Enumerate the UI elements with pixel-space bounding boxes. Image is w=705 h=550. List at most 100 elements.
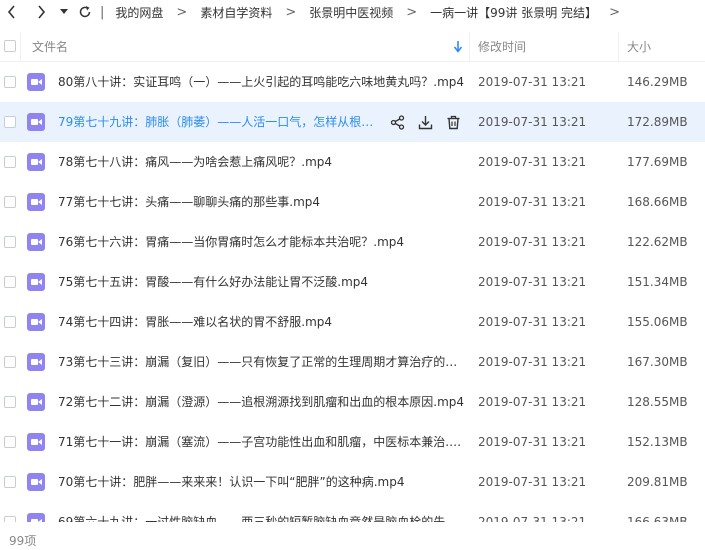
file-name[interactable]: 80第八十讲：实证耳鸣（一）——上火引起的耳鸣能吃六味地黄丸吗？.mp4	[58, 62, 466, 102]
file-size: 168.66MB	[627, 195, 688, 209]
breadcrumb-item[interactable]: 张景明中医视频	[309, 4, 393, 21]
file-modified-time: 2019-07-31 13:21	[478, 435, 587, 449]
file-row[interactable]: 70第七十讲：肥胖——来来来！认识一下叫“肥胖”的这种病.mp4 2019-07…	[0, 462, 705, 502]
file-name[interactable]: 79第七十九讲：肺胀（肺萎）——人活一口气，怎样从根本上治疗慢性咳喘病？.mp4	[58, 102, 378, 142]
file-name[interactable]: 75第七十五讲：胃酸——有什么好办法能让胃不泛酸.mp4	[58, 262, 466, 302]
file-size: 166.63MB	[627, 515, 688, 522]
file-row[interactable]: 77第七十七讲：头痛——聊聊头痛的那些事.mp4 2019-07-31 13:2…	[0, 182, 705, 222]
breadcrumb-chevron-icon: >	[176, 5, 188, 20]
video-file-icon	[27, 513, 45, 522]
file-modified-time: 2019-07-31 13:21	[478, 115, 587, 129]
row-checkbox[interactable]	[4, 476, 16, 488]
column-header-name[interactable]: 文件名	[32, 32, 68, 61]
breadcrumb-item[interactable]: 素材自学资料	[200, 4, 272, 21]
file-modified-time: 2019-07-31 13:21	[478, 195, 587, 209]
file-modified-time: 2019-07-31 13:21	[478, 155, 587, 169]
navigation-bar: | 我的网盘 > 素材自学资料 > 张景明中医视频 > 一病一讲【99讲 张景明…	[0, 0, 705, 25]
file-name[interactable]: 70第七十讲：肥胖——来来来！认识一下叫“肥胖”的这种病.mp4	[58, 462, 466, 502]
file-row[interactable]: 78第七十八讲：痛风——为啥会惹上痛风呢？.mp4 2019-07-31 13:…	[0, 142, 705, 182]
history-dropdown-icon[interactable]	[59, 6, 69, 18]
column-divider	[618, 32, 619, 61]
file-row-selected[interactable]: 79第七十九讲：肺胀（肺萎）——人活一口气，怎样从根本上治疗慢性咳喘病？.mp4…	[0, 102, 705, 142]
file-size: 128.55MB	[627, 395, 688, 409]
file-row[interactable]: 73第七十三讲：崩漏（复旧）——只有恢复了正常的生理周期才算治疗的成功.mp4 …	[0, 342, 705, 382]
video-file-icon	[27, 393, 45, 411]
video-file-icon	[27, 73, 45, 91]
file-size: 151.34MB	[627, 275, 688, 289]
back-button[interactable]	[4, 4, 20, 20]
file-modified-time: 2019-07-31 13:21	[478, 395, 587, 409]
file-size: 155.06MB	[627, 315, 688, 329]
file-name[interactable]: 71第七十一讲：崩漏（塞流）——子宫功能性出血和肌瘤，中医标本兼治.mp4	[58, 422, 466, 462]
breadcrumb-chevron-icon: >	[285, 5, 297, 20]
delete-icon[interactable]	[444, 113, 463, 131]
file-modified-time: 2019-07-31 13:21	[478, 355, 587, 369]
column-header-size[interactable]: 大小	[627, 32, 651, 61]
row-checkbox[interactable]	[4, 276, 16, 288]
breadcrumb-chevron-icon: >	[609, 5, 620, 20]
share-icon[interactable]	[388, 113, 407, 131]
forward-button[interactable]	[33, 4, 49, 20]
file-row[interactable]: 72第七十二讲：崩漏（澄源）——追根溯源找到肌瘤和出血的根本原因.mp4 201…	[0, 382, 705, 422]
row-checkbox[interactable]	[4, 396, 16, 408]
column-divider	[469, 32, 470, 61]
video-file-icon	[27, 153, 45, 171]
row-actions	[388, 113, 463, 131]
video-file-icon	[27, 113, 45, 131]
file-size: 146.29MB	[627, 75, 688, 89]
row-checkbox[interactable]	[4, 356, 16, 368]
breadcrumb-separator-icon: |	[100, 5, 105, 20]
row-checkbox[interactable]	[4, 316, 16, 328]
column-divider	[20, 32, 21, 61]
file-row[interactable]: 80第八十讲：实证耳鸣（一）——上火引起的耳鸣能吃六味地黄丸吗？.mp4 201…	[0, 62, 705, 102]
row-checkbox[interactable]	[4, 236, 16, 248]
file-row-partial[interactable]: 69第六十九讲：一过性脑缺血——两三秒的短暂脑缺血竟然是脑血栓的先兆.mp4 2…	[0, 502, 705, 522]
breadcrumb-item[interactable]: 我的网盘	[115, 4, 163, 21]
status-bar: 99项	[0, 526, 705, 550]
item-count: 99项	[9, 534, 37, 548]
download-icon[interactable]	[416, 113, 435, 131]
file-size: 172.89MB	[627, 115, 688, 129]
video-file-icon	[27, 433, 45, 451]
file-row[interactable]: 71第七十一讲：崩漏（塞流）——子宫功能性出血和肌瘤，中医标本兼治.mp4 20…	[0, 422, 705, 462]
file-name[interactable]: 73第七十三讲：崩漏（复旧）——只有恢复了正常的生理周期才算治疗的成功.mp4	[58, 342, 466, 382]
file-row[interactable]: 74第七十四讲：胃胀——难以名状的胃不舒服.mp4 2019-07-31 13:…	[0, 302, 705, 342]
file-name[interactable]: 77第七十七讲：头痛——聊聊头痛的那些事.mp4	[58, 182, 466, 222]
video-file-icon	[27, 473, 45, 491]
file-modified-time: 2019-07-31 13:21	[478, 75, 587, 89]
sort-arrow-icon[interactable]	[453, 40, 463, 53]
breadcrumb: | 我的网盘 > 素材自学资料 > 张景明中医视频 > 一病一讲【99讲 张景明…	[100, 0, 620, 25]
file-row[interactable]: 75第七十五讲：胃酸——有什么好办法能让胃不泛酸.mp4 2019-07-31 …	[0, 262, 705, 302]
row-checkbox[interactable]	[4, 116, 16, 128]
file-size: 209.81MB	[627, 475, 688, 489]
row-checkbox[interactable]	[4, 196, 16, 208]
file-size: 167.30MB	[627, 355, 688, 369]
column-header-time[interactable]: 修改时间	[478, 32, 526, 61]
file-name[interactable]: 74第七十四讲：胃胀——难以名状的胃不舒服.mp4	[58, 302, 466, 342]
file-list-header: 文件名 修改时间 大小	[0, 32, 705, 62]
video-file-icon	[27, 273, 45, 291]
file-name[interactable]: 69第六十九讲：一过性脑缺血——两三秒的短暂脑缺血竟然是脑血栓的先兆.mp4	[58, 502, 466, 522]
file-size: 152.13MB	[627, 435, 688, 449]
file-modified-time: 2019-07-31 13:21	[478, 275, 587, 289]
row-checkbox[interactable]	[4, 76, 16, 88]
select-all-checkbox[interactable]	[4, 40, 16, 52]
file-modified-time: 2019-07-31 13:21	[478, 515, 587, 522]
video-file-icon	[27, 233, 45, 251]
file-list: 80第八十讲：实证耳鸣（一）——上火引起的耳鸣能吃六味地黄丸吗？.mp4 201…	[0, 62, 705, 522]
file-size: 122.62MB	[627, 235, 688, 249]
row-checkbox[interactable]	[4, 436, 16, 448]
video-file-icon	[27, 313, 45, 331]
breadcrumb-item-current[interactable]: 一病一讲【99讲 张景明 完结】	[430, 4, 597, 21]
file-name[interactable]: 78第七十八讲：痛风——为啥会惹上痛风呢？.mp4	[58, 142, 466, 182]
file-name[interactable]: 72第七十二讲：崩漏（澄源）——追根溯源找到肌瘤和出血的根本原因.mp4	[58, 382, 466, 422]
file-row[interactable]: 76第七十六讲：胃痛——当你胃痛时怎么才能标本共治呢？.mp4 2019-07-…	[0, 222, 705, 262]
row-checkbox[interactable]	[4, 156, 16, 168]
file-name[interactable]: 76第七十六讲：胃痛——当你胃痛时怎么才能标本共治呢？.mp4	[58, 222, 466, 262]
breadcrumb-chevron-icon: >	[406, 5, 418, 20]
file-modified-time: 2019-07-31 13:21	[478, 235, 587, 249]
video-file-icon	[27, 193, 45, 211]
row-checkbox[interactable]	[4, 516, 16, 522]
file-size: 177.69MB	[627, 155, 688, 169]
refresh-icon[interactable]	[77, 4, 93, 20]
